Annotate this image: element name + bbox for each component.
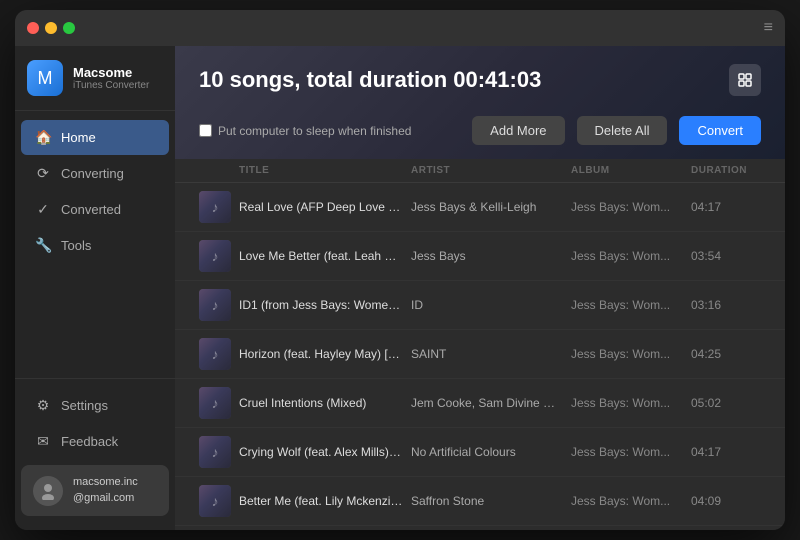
table-row[interactable]: Real Love (AFP Deep Love Mix) [Mixed] Je… (175, 183, 785, 232)
row-artist-2: ID (411, 298, 571, 312)
row-thumb-4 (199, 387, 239, 419)
table-row[interactable]: Love Me Better (feat. Leah Guest) [Dub M… (175, 232, 785, 281)
sleep-check-text: Put computer to sleep when finished (218, 124, 411, 138)
sidebar-header: M Macsome iTunes Converter (15, 46, 175, 111)
row-duration-6: 04:09 (691, 494, 761, 508)
row-thumb-3 (199, 338, 239, 370)
sidebar: M Macsome iTunes Converter 🏠 Home ⟳ Conv… (15, 46, 175, 530)
menu-icon[interactable]: ≡ (764, 19, 773, 37)
titlebar: ≡ (15, 10, 785, 46)
col-thumb (199, 165, 239, 176)
sidebar-item-home[interactable]: 🏠 Home (21, 120, 169, 155)
row-artist-3: SAINT (411, 347, 571, 361)
col-artist: ARTIST (411, 165, 571, 176)
table-body: Real Love (AFP Deep Love Mix) [Mixed] Je… (175, 183, 785, 526)
close-button[interactable] (27, 22, 39, 34)
toolbar: Put computer to sleep when finished Add … (175, 108, 785, 159)
traffic-lights (27, 22, 75, 34)
row-album-3: Jess Bays: Wom... (571, 347, 691, 361)
row-album-5: Jess Bays: Wom... (571, 445, 691, 459)
convert-button[interactable]: Convert (679, 116, 761, 145)
sleep-check-label[interactable]: Put computer to sleep when finished (199, 124, 460, 138)
table-row[interactable]: ID1 (from Jess Bays: Women In Good Co...… (175, 281, 785, 330)
minimize-button[interactable] (45, 22, 57, 34)
row-duration-4: 05:02 (691, 396, 761, 410)
converting-icon: ⟳ (35, 165, 51, 182)
row-thumb-1 (199, 240, 239, 272)
sidebar-item-tools[interactable]: 🔧 Tools (21, 228, 169, 263)
col-album: ALBUM (571, 165, 691, 176)
content-title: 10 songs, total duration 00:41:03 (199, 67, 541, 93)
sidebar-nav: 🏠 Home ⟳ Converting ✓ Converted 🔧 Tools (15, 111, 175, 378)
row-duration-0: 04:17 (691, 200, 761, 214)
col-title: TITLE (239, 165, 411, 176)
sidebar-label-settings: Settings (61, 398, 108, 413)
app-title-block: Macsome iTunes Converter (73, 65, 149, 91)
row-album-6: Jess Bays: Wom... (571, 494, 691, 508)
content-area: 10 songs, total duration 00:41:03 Put co… (175, 46, 785, 530)
delete-all-button[interactable]: Delete All (577, 116, 668, 145)
row-thumb-6 (199, 485, 239, 517)
main-layout: M Macsome iTunes Converter 🏠 Home ⟳ Conv… (15, 46, 785, 530)
row-title-2: ID1 (from Jess Bays: Women In Good Co... (239, 298, 411, 312)
table-row[interactable]: Cruel Intentions (Mixed) Jem Cooke, Sam … (175, 379, 785, 428)
row-album-2: Jess Bays: Wom... (571, 298, 691, 312)
feedback-icon: ✉ (35, 433, 51, 450)
expand-button[interactable] (729, 64, 761, 96)
sidebar-label-converting: Converting (61, 166, 124, 181)
table-row[interactable]: Horizon (feat. Hayley May) [Mixed] SAINT… (175, 330, 785, 379)
row-artist-4: Jem Cooke, Sam Divine & Ha... (411, 396, 571, 410)
row-title-3: Horizon (feat. Hayley May) [Mixed] (239, 347, 411, 361)
sidebar-label-home: Home (61, 130, 96, 145)
app-name: Macsome (73, 65, 149, 80)
row-duration-1: 03:54 (691, 249, 761, 263)
row-thumb-5 (199, 436, 239, 468)
row-artist-6: Saffron Stone (411, 494, 571, 508)
user-email: macsome.inc @gmail.com (73, 475, 138, 506)
avatar (33, 476, 63, 506)
sidebar-item-feedback[interactable]: ✉ Feedback (21, 424, 169, 459)
song-table: TITLE ARTIST ALBUM DURATION Real Love (A… (175, 159, 785, 530)
app-window: ≡ M Macsome iTunes Converter 🏠 Home ⟳ Co… (15, 10, 785, 530)
row-title-5: Crying Wolf (feat. Alex Mills) [Mixed] (239, 445, 411, 459)
settings-icon: ⚙ (35, 397, 51, 414)
row-title-1: Love Me Better (feat. Leah Guest) [Dub M… (239, 249, 411, 263)
row-thumb-2 (199, 289, 239, 321)
row-title-0: Real Love (AFP Deep Love Mix) [Mixed] (239, 200, 411, 214)
row-thumb-0 (199, 191, 239, 223)
converted-icon: ✓ (35, 201, 51, 218)
content-header: 10 songs, total duration 00:41:03 (175, 46, 785, 108)
row-title-6: Better Me (feat. Lily Mckenzie) [Mixed] (239, 494, 411, 508)
row-duration-2: 03:16 (691, 298, 761, 312)
sleep-checkbox[interactable] (199, 124, 212, 137)
add-more-button[interactable]: Add More (472, 116, 564, 145)
row-album-4: Jess Bays: Wom... (571, 396, 691, 410)
col-duration: DURATION (691, 165, 761, 176)
sidebar-label-tools: Tools (61, 238, 91, 253)
app-icon: M (27, 60, 63, 96)
sidebar-item-converting[interactable]: ⟳ Converting (21, 156, 169, 191)
sidebar-item-converted[interactable]: ✓ Converted (21, 192, 169, 227)
row-artist-1: Jess Bays (411, 249, 571, 263)
home-icon: 🏠 (35, 129, 51, 146)
user-profile[interactable]: macsome.inc @gmail.com (21, 465, 169, 516)
app-subtitle: iTunes Converter (73, 80, 149, 91)
row-artist-5: No Artificial Colours (411, 445, 571, 459)
maximize-button[interactable] (63, 22, 75, 34)
row-title-4: Cruel Intentions (Mixed) (239, 396, 411, 410)
table-row[interactable]: Better Me (feat. Lily Mckenzie) [Mixed] … (175, 477, 785, 526)
sidebar-label-feedback: Feedback (61, 434, 118, 449)
tools-icon: 🔧 (35, 237, 51, 254)
row-album-0: Jess Bays: Wom... (571, 200, 691, 214)
sidebar-item-settings[interactable]: ⚙ Settings (21, 388, 169, 423)
row-duration-3: 04:25 (691, 347, 761, 361)
sidebar-bottom: ⚙ Settings ✉ Feedback macsome.inc (15, 378, 175, 530)
row-album-1: Jess Bays: Wom... (571, 249, 691, 263)
table-row[interactable]: Crying Wolf (feat. Alex Mills) [Mixed] N… (175, 428, 785, 477)
row-duration-5: 04:17 (691, 445, 761, 459)
row-artist-0: Jess Bays & Kelli-Leigh (411, 200, 571, 214)
sidebar-label-converted: Converted (61, 202, 121, 217)
table-header: TITLE ARTIST ALBUM DURATION (175, 159, 785, 183)
